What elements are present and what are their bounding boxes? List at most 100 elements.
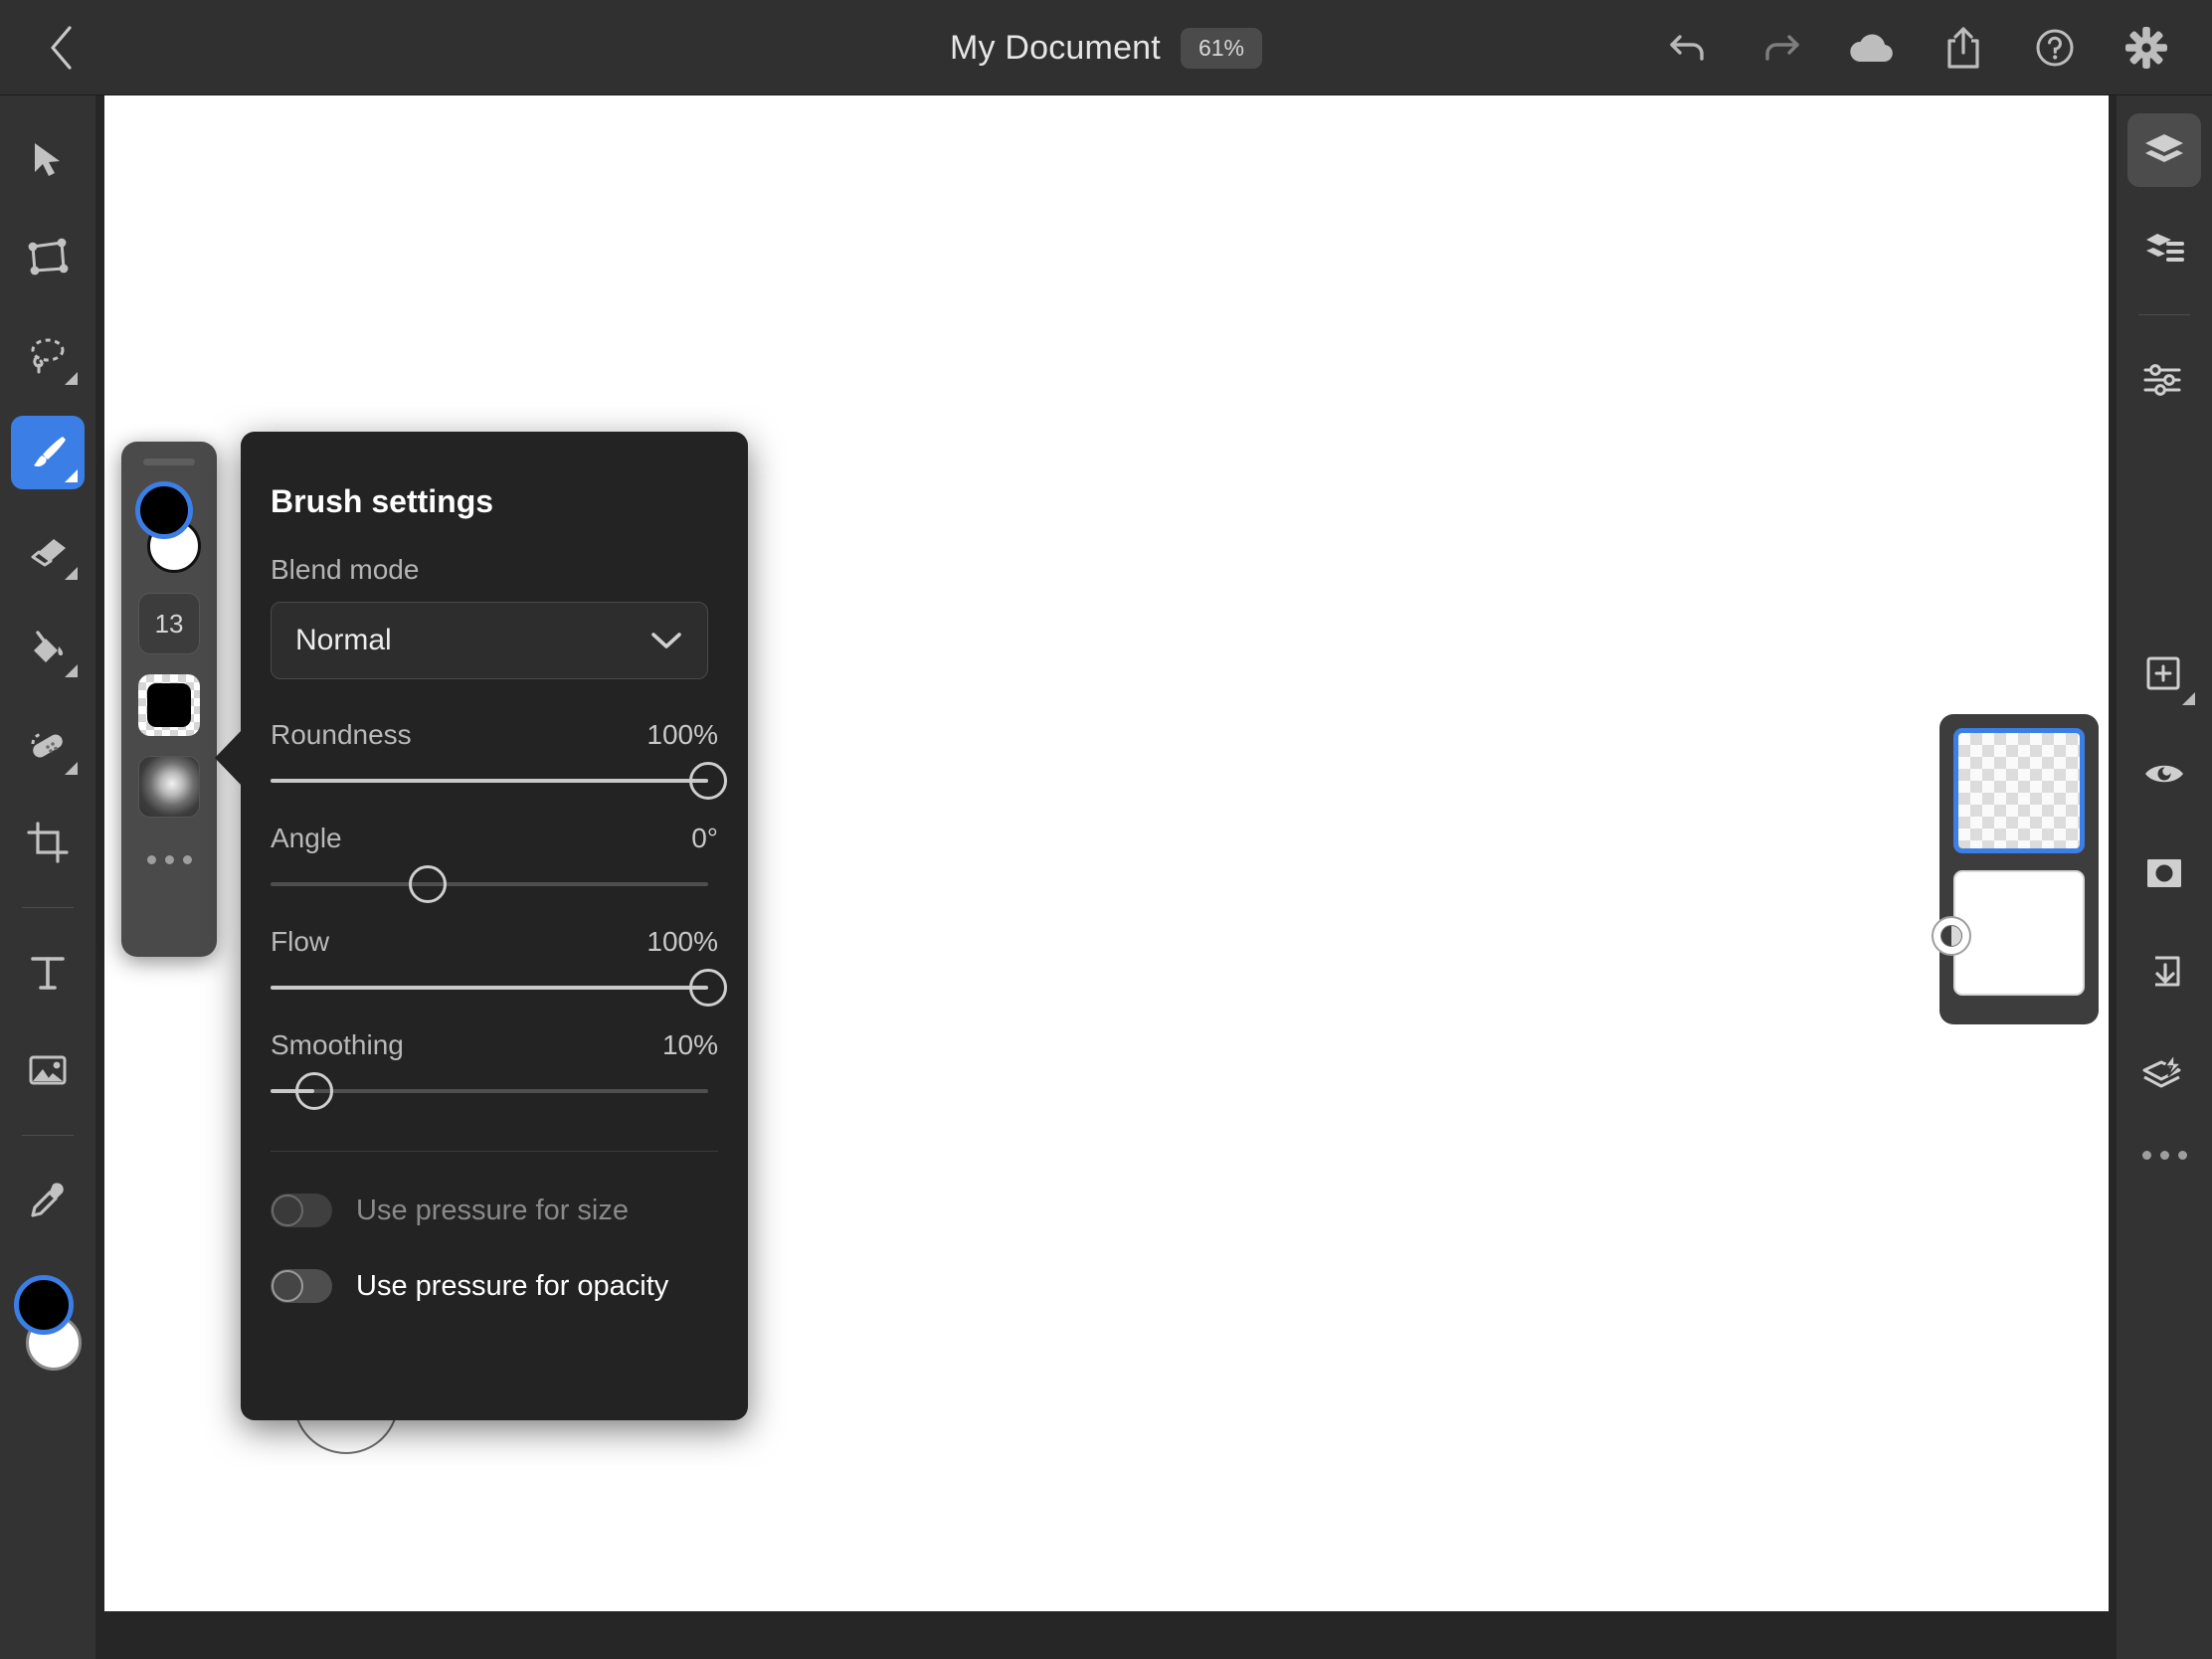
layer-visibility-button[interactable] bbox=[2127, 737, 2201, 811]
eraser-tool[interactable] bbox=[11, 513, 85, 587]
crop-tool[interactable] bbox=[11, 806, 85, 879]
slider-angle[interactable]: Angle 0° bbox=[271, 823, 718, 886]
adjustments-button[interactable] bbox=[2127, 343, 2201, 417]
slider-header: Roundness 100% bbox=[271, 719, 718, 751]
slider-header: Smoothing 10% bbox=[271, 1029, 718, 1061]
select-tool[interactable] bbox=[11, 123, 85, 197]
panel-title: Brush settings bbox=[271, 432, 718, 520]
image-editor-app: My Document 61% bbox=[0, 0, 2212, 1659]
toggle-knob bbox=[272, 1270, 303, 1302]
place-image-tool[interactable] bbox=[11, 1033, 85, 1107]
more-dots-icon bbox=[147, 855, 156, 864]
share-button[interactable] bbox=[1932, 16, 1995, 80]
more-options-button[interactable] bbox=[2133, 1135, 2195, 1175]
transform-tool[interactable] bbox=[11, 221, 85, 294]
mask-icon bbox=[2142, 854, 2186, 892]
help-button[interactable] bbox=[2023, 16, 2087, 80]
more-dots-icon bbox=[165, 855, 174, 864]
foreground-color-swatch[interactable] bbox=[14, 1275, 74, 1335]
quick-actions-button[interactable] bbox=[2127, 1035, 2201, 1109]
slider-thumb[interactable] bbox=[689, 762, 727, 800]
text-tool[interactable] bbox=[11, 936, 85, 1010]
transparent-checker bbox=[1958, 733, 2080, 848]
slider-thumb[interactable] bbox=[689, 969, 727, 1007]
rail-divider bbox=[2138, 314, 2190, 315]
slider-flow[interactable]: Flow 100% bbox=[271, 926, 718, 990]
page-title: My Document bbox=[950, 29, 1161, 68]
toggle-use-pressure-for-size[interactable]: Use pressure for size bbox=[271, 1194, 718, 1227]
slider-label: Smoothing bbox=[271, 1029, 404, 1061]
transform-quad-icon bbox=[26, 237, 70, 278]
healing-brush-tool[interactable] bbox=[11, 708, 85, 782]
right-tool-sidebar bbox=[2117, 95, 2212, 1659]
brush-more-options-button[interactable] bbox=[138, 839, 200, 879]
panel-pointer-arrow bbox=[215, 730, 242, 786]
layers-icon bbox=[2141, 129, 2187, 171]
slider-smoothing[interactable]: Smoothing 10% bbox=[271, 1029, 718, 1093]
color-swatches[interactable] bbox=[8, 1275, 88, 1384]
toolbar-divider bbox=[22, 907, 74, 908]
layer-thumbnail-bottom[interactable] bbox=[1953, 870, 2085, 996]
slider-roundness[interactable]: Roundness 100% bbox=[271, 719, 718, 783]
fill-tool[interactable] bbox=[11, 611, 85, 684]
lasso-select-tool[interactable] bbox=[11, 318, 85, 392]
blend-mode-value: Normal bbox=[295, 624, 392, 657]
top-bar: My Document 61% bbox=[0, 0, 2212, 95]
slider-label: Roundness bbox=[271, 719, 412, 751]
slider-thumb[interactable] bbox=[295, 1072, 333, 1110]
undo-icon bbox=[1667, 28, 1711, 68]
slider-track[interactable] bbox=[271, 882, 708, 886]
redo-button[interactable] bbox=[1749, 16, 1812, 80]
tool-submenu-indicator bbox=[2182, 692, 2195, 705]
drag-handle[interactable] bbox=[143, 459, 195, 465]
eyedropper-tool[interactable] bbox=[11, 1164, 85, 1237]
add-layer-button[interactable] bbox=[2127, 638, 2201, 711]
brush-color-swatches[interactable] bbox=[131, 481, 207, 581]
eyedropper-icon bbox=[27, 1180, 69, 1221]
layers-panel-button[interactable] bbox=[2127, 113, 2201, 187]
toggle-switch[interactable] bbox=[271, 1269, 332, 1303]
slider-value: 100% bbox=[646, 719, 718, 751]
zoom-level-badge[interactable]: 61% bbox=[1181, 28, 1262, 69]
help-icon bbox=[2033, 26, 2077, 70]
blend-mode-select[interactable]: Normal bbox=[271, 602, 708, 679]
slider-thumb[interactable] bbox=[409, 865, 447, 903]
more-dots-icon bbox=[183, 855, 192, 864]
brush-tool[interactable] bbox=[11, 416, 85, 489]
blend-opacity-badge-icon[interactable] bbox=[1932, 916, 1971, 956]
layer-mask-button[interactable] bbox=[2127, 836, 2201, 910]
layers-panel bbox=[1939, 714, 2099, 1024]
layer-thumbnail-top[interactable] bbox=[1953, 728, 2085, 853]
slider-value: 10% bbox=[662, 1029, 718, 1061]
tool-submenu-indicator bbox=[65, 372, 78, 385]
foreground-color-swatch[interactable] bbox=[135, 481, 193, 539]
text-t-icon bbox=[28, 952, 68, 994]
toggle-switch[interactable] bbox=[271, 1194, 332, 1227]
toggle-use-pressure-for-opacity[interactable]: Use pressure for opacity bbox=[271, 1269, 718, 1303]
chevron-down-icon bbox=[649, 630, 683, 651]
settings-button[interactable] bbox=[2115, 16, 2178, 80]
layer-properties-icon bbox=[2141, 229, 2187, 271]
more-dots-icon bbox=[2160, 1151, 2169, 1160]
more-dots-icon bbox=[2142, 1151, 2151, 1160]
add-square-icon bbox=[2143, 653, 2185, 695]
brush-opacity-swatch[interactable] bbox=[138, 674, 200, 736]
slider-track[interactable] bbox=[271, 779, 708, 783]
slider-track[interactable] bbox=[271, 986, 708, 990]
slider-value: 100% bbox=[646, 926, 718, 958]
slider-label: Angle bbox=[271, 823, 342, 854]
bandage-icon bbox=[26, 724, 70, 766]
merge-down-icon bbox=[2143, 952, 2185, 994]
eye-icon bbox=[2141, 757, 2187, 791]
brush-preview-swatch[interactable] bbox=[138, 756, 200, 818]
undo-button[interactable] bbox=[1657, 16, 1721, 80]
merge-down-button[interactable] bbox=[2127, 936, 2201, 1010]
more-dots-icon bbox=[2178, 1151, 2187, 1160]
brush-size-button[interactable]: 13 bbox=[138, 593, 200, 654]
slider-track[interactable] bbox=[271, 1089, 708, 1093]
cloud-sync-button[interactable] bbox=[1840, 16, 1904, 80]
tool-submenu-indicator bbox=[65, 469, 78, 482]
left-tool-sidebar bbox=[0, 95, 95, 1659]
layer-properties-button[interactable] bbox=[2127, 213, 2201, 286]
brush-quick-toolbar[interactable]: 13 bbox=[121, 442, 217, 957]
